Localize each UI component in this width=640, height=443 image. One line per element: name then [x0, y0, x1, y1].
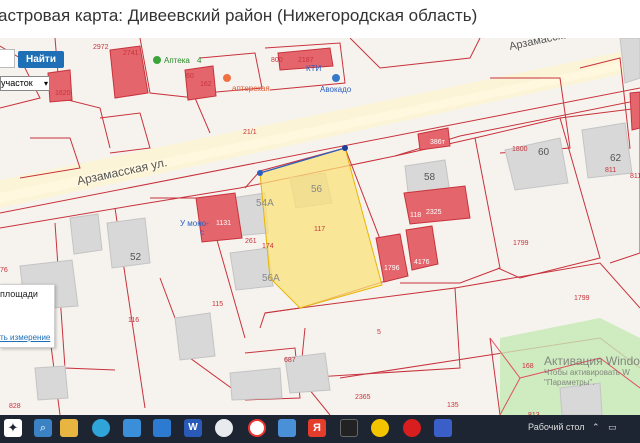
task-view-icon[interactable]	[123, 419, 141, 437]
search-button[interactable]: Найти	[18, 51, 64, 68]
parcel-number: 2187	[298, 57, 314, 64]
poi-label: Аптека	[164, 56, 190, 65]
search-icon[interactable]: ⌕	[34, 419, 52, 437]
avokado-marker-icon[interactable]	[332, 74, 340, 82]
poi-label: аптерская	[232, 84, 270, 93]
parcel-number: 60	[186, 73, 194, 80]
poi-label: Авокадо	[320, 85, 352, 94]
parcel-number: 115	[212, 301, 223, 308]
edge-icon[interactable]	[92, 419, 110, 437]
parcel-number: 174	[262, 243, 274, 250]
page-header: астровая карта: Дивеевский район (Нижего…	[0, 0, 640, 39]
parcel-number: 800	[271, 57, 283, 64]
parcel-number: 261	[245, 238, 257, 245]
app-icon[interactable]	[434, 419, 452, 437]
opera-icon[interactable]	[403, 419, 421, 437]
poi-label: КТИ	[306, 64, 322, 73]
chevron-down-icon: ▾	[43, 79, 48, 88]
parcel-number: 1620	[55, 90, 71, 97]
parcel-number: 687	[284, 357, 296, 364]
parcel-number: 162	[200, 81, 212, 88]
yandex-icon[interactable]: Я	[308, 419, 326, 437]
place-label: с	[200, 228, 204, 237]
parcel-number: 56	[311, 184, 323, 195]
parcel-number: 1799	[574, 295, 590, 302]
parcel-number: 60	[538, 147, 550, 158]
parcel-number: 58	[424, 172, 436, 183]
object-type-select-value: участок	[1, 78, 33, 88]
start-icon[interactable]: ✦	[4, 419, 22, 437]
beeline-icon[interactable]	[371, 419, 389, 437]
parcel-number: 168	[522, 363, 534, 370]
parcel-number: 118	[410, 212, 421, 219]
chevron-up-icon[interactable]: ⌃	[592, 422, 600, 432]
parcel-number: 4176	[414, 259, 430, 266]
parcel-number: 811	[605, 167, 616, 174]
parcel-number: 117	[314, 226, 325, 233]
parcel-number: 2365	[355, 394, 371, 401]
parcel-number: 1796	[384, 265, 400, 272]
measure-panel: площади ть измерение	[0, 284, 55, 348]
measure-area-label: площади	[0, 289, 38, 299]
place-label: У моно-	[180, 219, 209, 228]
file-explorer-icon[interactable]	[60, 419, 78, 437]
measure-point[interactable]	[257, 170, 263, 176]
street-label: Арзамасская	[508, 38, 575, 53]
watermark-line: Чтобы активировать W	[544, 368, 630, 377]
search-input[interactable]	[0, 49, 15, 68]
parcel-number: 135	[447, 402, 459, 409]
parcel-number: 828	[9, 403, 21, 410]
parcel-number: 2741	[123, 50, 139, 57]
calculator-icon[interactable]	[278, 419, 296, 437]
shield-icon[interactable]	[340, 419, 358, 437]
poi-label: 4	[197, 56, 202, 65]
parcel-number: 386т	[430, 139, 446, 146]
parcel-number: 62	[610, 153, 622, 164]
chrome-icon[interactable]	[215, 419, 233, 437]
new-measure-link[interactable]: ть измерение	[0, 333, 50, 342]
cadastral-map[interactable]: Арзамасская ул. Арзамасская Аптека 4 апт…	[0, 38, 640, 415]
parcel-number: 54А	[256, 198, 274, 209]
parcel-number: 1800	[512, 146, 528, 153]
parcel-number: 5	[377, 329, 381, 336]
parcel-number: 811	[630, 173, 640, 180]
measure-point[interactable]	[342, 145, 348, 151]
pharmacy-marker-icon[interactable]	[153, 56, 161, 64]
parcel-number: 2972	[93, 44, 109, 51]
parcel-number: 56А	[262, 273, 280, 284]
store-icon[interactable]	[153, 419, 171, 437]
network-icon[interactable]: ▭	[608, 422, 617, 432]
page-title: астровая карта: Дивеевский район (Нижего…	[0, 6, 478, 25]
taskbar: ✦ ⌕ W Я Рабочий стол ⌃ ▭	[0, 415, 640, 443]
word-icon[interactable]: W	[184, 419, 202, 437]
store-marker-icon[interactable]	[223, 74, 231, 82]
windows-activation-watermark: Активация Windo Чтобы активировать W "Па…	[544, 354, 640, 388]
watermark-line: Активация Windo	[544, 354, 640, 368]
parcel-number: 52	[130, 252, 142, 263]
parcel-number: 1131	[216, 220, 231, 227]
parcel-number: 116	[128, 317, 139, 324]
parcel-number: 21/1	[243, 129, 257, 136]
parcel-number: 76	[0, 267, 8, 274]
watermark-line: "Параметры".	[544, 378, 595, 387]
yandex-browser-icon[interactable]	[248, 419, 266, 437]
parcel-number: 2325	[426, 209, 442, 216]
system-tray: Рабочий стол ⌃ ▭	[528, 422, 617, 433]
object-type-select[interactable]: участок ▾	[0, 76, 50, 91]
parcel-number: 1799	[513, 240, 529, 247]
desktop-label[interactable]: Рабочий стол	[528, 422, 585, 432]
